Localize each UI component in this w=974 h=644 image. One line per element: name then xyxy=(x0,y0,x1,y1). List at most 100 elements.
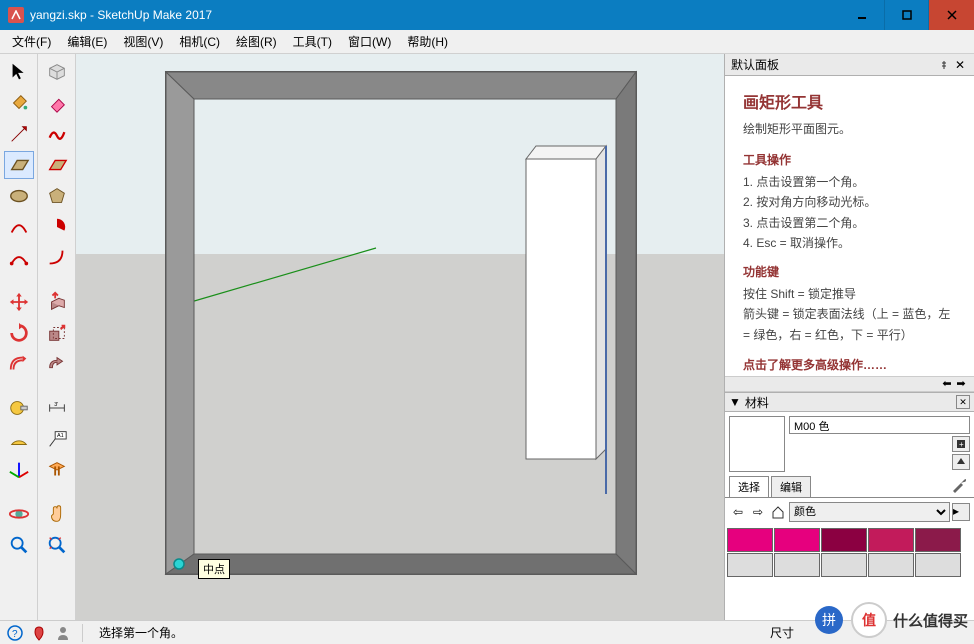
model-view xyxy=(76,54,724,620)
title-bar: yangzi.skp - SketchUp Make 2017 xyxy=(0,0,974,30)
tray-header[interactable]: 默认面板 ✕ xyxy=(725,54,974,76)
orbit-tool[interactable] xyxy=(4,500,34,528)
select-tool[interactable] xyxy=(4,58,34,86)
nav-back-icon[interactable]: ⇦ xyxy=(729,503,747,521)
materials-tab-select[interactable]: 选择 xyxy=(729,476,769,497)
help-icon[interactable]: ? xyxy=(6,624,24,642)
close-materials-icon[interactable]: ✕ xyxy=(956,395,970,409)
swatch[interactable] xyxy=(727,528,773,552)
menu-edit[interactable]: 编辑(E) xyxy=(59,31,115,52)
instructor-back-icon[interactable]: ⬅ xyxy=(940,377,954,391)
materials-panel: M00 色 + 选择 编辑 ⇦ ⇨ 颜色 ▸ xyxy=(725,412,974,620)
swatch[interactable] xyxy=(868,528,914,552)
zoom-tool[interactable] xyxy=(4,531,34,559)
create-material-icon[interactable]: + xyxy=(952,436,970,452)
menu-draw[interactable]: 绘图(R) xyxy=(228,31,285,52)
inference-tooltip: 中点 xyxy=(198,559,230,579)
watermark-badges: 拼 值 什么值得买 xyxy=(815,602,968,638)
materials-tab-edit[interactable]: 编辑 xyxy=(771,476,811,497)
freehand-tool[interactable] xyxy=(42,120,72,148)
swatch[interactable] xyxy=(774,553,820,577)
instructor-nav: ⬅ ➡ xyxy=(725,376,974,392)
protractor-tool[interactable] xyxy=(4,425,34,453)
menu-window[interactable]: 窗口(W) xyxy=(340,31,399,52)
swatch[interactable] xyxy=(915,553,961,577)
dimension-tool[interactable]: 3' xyxy=(42,394,72,422)
current-material-swatch[interactable] xyxy=(729,416,785,472)
maximize-button[interactable] xyxy=(884,0,929,30)
followme-tool[interactable] xyxy=(42,350,72,378)
svg-text:+: + xyxy=(959,440,964,449)
viewport[interactable]: 中点 xyxy=(76,54,724,620)
pin-icon[interactable] xyxy=(936,57,952,73)
pushpull-tool[interactable] xyxy=(42,288,72,316)
close-button[interactable] xyxy=(929,0,974,30)
zdm-text: 什么值得买 xyxy=(893,610,968,631)
axes-tool[interactable] xyxy=(4,456,34,484)
swatch[interactable] xyxy=(915,528,961,552)
svg-text:?: ? xyxy=(12,629,18,640)
tape-tool[interactable] xyxy=(4,394,34,422)
status-hint: 选择第一个角。 xyxy=(93,624,183,641)
credits-icon[interactable] xyxy=(54,624,72,642)
collapse-icon: ▼ xyxy=(729,395,741,409)
text-tool[interactable]: A1 xyxy=(42,425,72,453)
instructor-panel: 画矩形工具 绘制矩形平面图元。 工具操作 1. 点击设置第一个角。 2. 按对角… xyxy=(725,76,974,376)
offset-tool[interactable] xyxy=(4,350,34,378)
section-tool[interactable] xyxy=(42,456,72,484)
svg-text:3': 3' xyxy=(54,402,58,408)
menu-file[interactable]: 文件(F) xyxy=(4,31,59,52)
nav-home-icon[interactable] xyxy=(769,503,787,521)
swatch[interactable] xyxy=(774,528,820,552)
menu-help[interactable]: 帮助(H) xyxy=(399,31,456,52)
arc-2pt-tool[interactable] xyxy=(4,244,34,272)
pan-tool[interactable] xyxy=(42,500,72,528)
component-tool[interactable] xyxy=(42,58,72,86)
eyedropper-icon[interactable] xyxy=(950,476,968,494)
zdm-logo-icon: 值 xyxy=(851,602,887,638)
paint-bucket-tool[interactable] xyxy=(4,89,34,117)
toolbar-left-2: 3' A1 xyxy=(38,54,76,620)
tray-panel: 默认面板 ✕ 画矩形工具 绘制矩形平面图元。 工具操作 1. 点击设置第一个角。… xyxy=(724,54,974,620)
eraser-tool[interactable] xyxy=(42,89,72,117)
close-tray-icon[interactable]: ✕ xyxy=(952,57,968,73)
line-tool[interactable] xyxy=(4,120,34,148)
window-title: yangzi.skp - SketchUp Make 2017 xyxy=(30,8,839,22)
circle-tool[interactable] xyxy=(4,182,34,210)
move-tool[interactable] xyxy=(4,288,34,316)
default-material-icon[interactable] xyxy=(952,454,970,470)
zoom-extents-tool[interactable] xyxy=(42,531,72,559)
swatch[interactable] xyxy=(868,553,914,577)
instructor-title: 画矩形工具 xyxy=(743,90,960,117)
geo-icon[interactable] xyxy=(30,624,48,642)
material-library-select[interactable]: 颜色 xyxy=(789,502,950,522)
app-icon xyxy=(8,7,24,23)
menu-bar: 文件(F) 编辑(E) 视图(V) 相机(C) 绘图(R) 工具(T) 窗口(W… xyxy=(0,30,974,54)
arc-3pt-tool[interactable] xyxy=(42,244,72,272)
pie-tool[interactable] xyxy=(42,213,72,241)
scale-tool[interactable] xyxy=(42,319,72,347)
swatch[interactable] xyxy=(821,553,867,577)
instructor-fwd-icon[interactable]: ➡ xyxy=(954,377,968,391)
swatch[interactable] xyxy=(821,528,867,552)
material-name-field[interactable]: M00 色 xyxy=(789,416,970,434)
materials-header[interactable]: ▼ 材料 ✕ xyxy=(725,392,974,412)
swatch[interactable] xyxy=(727,553,773,577)
nav-fwd-icon[interactable]: ⇨ xyxy=(749,503,767,521)
material-swatches xyxy=(725,526,974,579)
minimize-button[interactable] xyxy=(839,0,884,30)
polygon-tool[interactable] xyxy=(42,182,72,210)
menu-view[interactable]: 视图(V) xyxy=(115,31,171,52)
menu-camera[interactable]: 相机(C) xyxy=(171,31,228,52)
instructor-subtitle: 绘制矩形平面图元。 xyxy=(743,119,960,139)
arc-tool[interactable] xyxy=(4,213,34,241)
rotated-rect-tool[interactable] xyxy=(42,151,72,179)
rectangle-tool[interactable] xyxy=(4,151,34,179)
rotate-tool[interactable] xyxy=(4,319,34,347)
svg-text:A1: A1 xyxy=(57,433,64,439)
ime-badge-icon: 拼 xyxy=(815,606,843,634)
toolbar-left-1 xyxy=(0,54,38,620)
menu-tools[interactable]: 工具(T) xyxy=(285,31,340,52)
instructor-more-link[interactable]: 点击了解更多高级操作…… xyxy=(743,355,960,375)
library-menu-icon[interactable]: ▸ xyxy=(952,503,970,521)
